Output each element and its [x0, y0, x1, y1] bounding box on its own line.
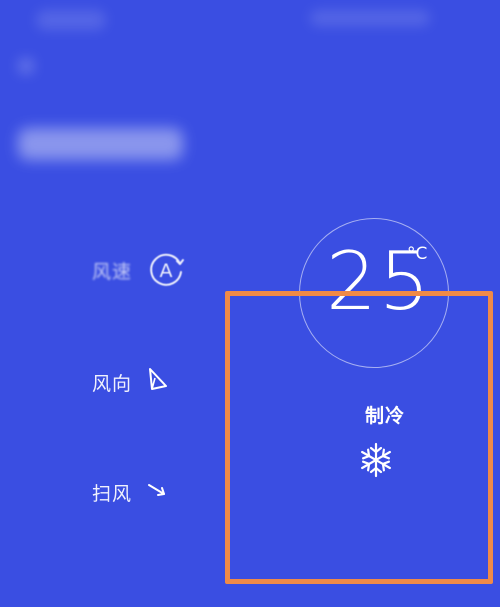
- snowflake-icon[interactable]: [358, 442, 394, 478]
- status-bar-left: [36, 10, 106, 30]
- fan-speed-label: 风速: [92, 260, 133, 283]
- back-icon[interactable]: [18, 58, 34, 74]
- sweep-label: 扫风: [92, 482, 133, 505]
- auto-fan-icon-letter: A: [160, 260, 173, 282]
- mode-label[interactable]: 制冷: [340, 401, 430, 428]
- auto-fan-icon[interactable]: A: [146, 250, 186, 290]
- sweep-control[interactable]: 扫风: [92, 472, 168, 512]
- fan-speed-control[interactable]: 风速 A: [92, 250, 186, 290]
- status-bar-right: [310, 10, 430, 26]
- sweep-arrow-icon[interactable]: [146, 481, 168, 503]
- temperature-unit: °C: [407, 244, 428, 264]
- direction-pointer-icon[interactable]: [146, 367, 168, 397]
- fan-direction-control[interactable]: 风向: [92, 362, 168, 402]
- fan-direction-label: 风向: [92, 372, 133, 395]
- device-title: [18, 128, 183, 160]
